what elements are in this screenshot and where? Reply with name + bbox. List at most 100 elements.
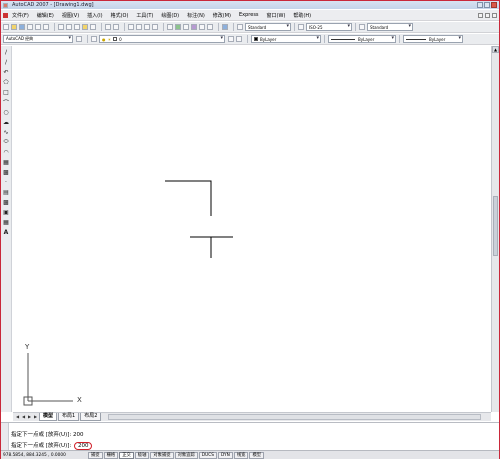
scroll-up-arrow-icon[interactable]: ▲ (492, 46, 499, 53)
ortho-toggle[interactable]: 正交 (119, 451, 134, 459)
doc-close-button[interactable] (492, 12, 497, 18)
menu-file[interactable]: 文件(F) (12, 12, 29, 19)
command-window[interactable]: 指定下一点或 [放弃(U)]: 200 指定下一点或 [放弃(U)]: 200 (1, 422, 499, 450)
make-block-icon[interactable]: ▩ (3, 168, 10, 176)
arc-icon[interactable]: ⌒ (3, 98, 10, 107)
document-icon[interactable] (3, 12, 8, 18)
zoom-realtime-icon[interactable] (136, 24, 142, 30)
markup-icon[interactable] (199, 24, 205, 30)
tab-layout2[interactable]: 布局2 (80, 413, 102, 421)
grid-toggle[interactable]: 栅格 (103, 451, 119, 459)
multiline-text-icon[interactable]: A (3, 228, 10, 236)
circle-icon[interactable]: ○ (3, 108, 10, 116)
prev-tab-icon[interactable]: ◀ (21, 414, 26, 420)
workspace-select[interactable]: AutoCAD 经典 (3, 35, 73, 43)
rectangle-icon[interactable]: □ (3, 88, 10, 96)
dyn-toggle[interactable]: DYN (217, 451, 233, 459)
otrack-toggle[interactable]: 对象追踪 (174, 451, 198, 459)
snap-toggle[interactable]: 捕捉 (88, 451, 103, 459)
block-editor-icon[interactable] (90, 24, 96, 30)
quickcalc-icon[interactable] (207, 24, 213, 30)
layer-select[interactable]: ● ☀ 0 (99, 35, 225, 43)
new-icon[interactable] (3, 24, 9, 30)
last-tab-icon[interactable]: ▶ (33, 414, 38, 420)
polyline-icon[interactable]: ↶ (3, 68, 10, 76)
menu-window[interactable]: 窗口(W) (267, 12, 286, 19)
cut-icon[interactable] (58, 24, 64, 30)
table-icon[interactable]: ▦ (3, 218, 10, 226)
tab-model[interactable]: 模型 (39, 413, 58, 421)
line-icon[interactable]: ∕ (3, 48, 10, 56)
linetype-select[interactable]: ByLayer (328, 35, 396, 43)
region-icon[interactable]: ▣ (3, 208, 10, 216)
ducs-toggle[interactable]: DUCS (198, 451, 217, 459)
coordinate-readout[interactable]: 978.5854, 884.3245 , 0.0000 (3, 453, 88, 458)
dim-style-select[interactable]: ISO-25 (306, 23, 352, 31)
osnap-toggle[interactable]: 对象捕捉 (150, 451, 174, 459)
menu-dimension[interactable]: 标注(N) (187, 12, 205, 19)
color-select[interactable]: ByLayer (251, 35, 321, 43)
print-icon[interactable] (27, 24, 33, 30)
tab-layout1[interactable]: 布局1 (58, 413, 80, 421)
command-window-grip[interactable] (1, 423, 9, 450)
layer-previous-icon[interactable] (236, 36, 242, 42)
menu-insert[interactable]: 插入(I) (87, 12, 102, 19)
layer-manager-icon[interactable] (91, 36, 97, 42)
table-style-select[interactable]: Standard (367, 23, 413, 31)
minimize-button[interactable] (477, 2, 483, 8)
open-icon[interactable] (11, 24, 17, 30)
doc-restore-button[interactable] (485, 12, 490, 18)
paste-icon[interactable] (74, 24, 80, 30)
menu-tools[interactable]: 工具(T) (136, 12, 153, 19)
redo-icon[interactable] (113, 24, 119, 30)
model-toggle[interactable]: 模型 (249, 451, 265, 459)
zoom-window-icon[interactable] (144, 24, 150, 30)
next-tab-icon[interactable]: ▶ (27, 414, 32, 420)
menu-express[interactable]: Express (239, 12, 259, 18)
help-icon[interactable] (222, 24, 228, 30)
maximize-button[interactable] (484, 2, 490, 8)
construction-line-icon[interactable]: ∕ (3, 58, 10, 66)
vertical-scrollbar[interactable]: ▲ (491, 46, 499, 412)
sheet-set-icon[interactable] (191, 24, 197, 30)
workspace-settings-icon[interactable] (76, 36, 82, 42)
revision-cloud-icon[interactable]: ☁ (3, 118, 10, 126)
menu-edit[interactable]: 编辑(E) (37, 12, 54, 19)
undo-icon[interactable] (105, 24, 111, 30)
text-style-select[interactable]: Standard (245, 23, 291, 31)
spline-icon[interactable]: ∿ (3, 128, 10, 136)
make-current-layer-icon[interactable] (228, 36, 234, 42)
copy-icon[interactable] (66, 24, 72, 30)
plot-preview-icon[interactable] (35, 24, 41, 30)
gradient-icon[interactable]: ▩ (3, 198, 10, 206)
polar-toggle[interactable]: 极轴 (134, 451, 150, 459)
scroll-thumb[interactable] (493, 196, 498, 256)
point-icon[interactable]: · (3, 178, 10, 186)
tool-palettes-icon[interactable] (183, 24, 189, 30)
menu-view[interactable]: 视图(V) (62, 12, 79, 19)
horizontal-scrollbar[interactable] (108, 414, 481, 420)
design-center-icon[interactable] (175, 24, 181, 30)
match-properties-icon[interactable] (82, 24, 88, 30)
properties-icon[interactable] (167, 24, 173, 30)
first-tab-icon[interactable]: ◀ (15, 414, 20, 420)
command-input-line[interactable]: 指定下一点或 [放弃(U)]: 200 (11, 441, 93, 450)
close-button[interactable] (491, 2, 497, 8)
lineweight-toggle[interactable]: 线宽 (233, 451, 249, 459)
hatch-icon[interactable]: ▤ (3, 188, 10, 196)
doc-minimize-button[interactable] (478, 12, 483, 18)
lineweight-select[interactable]: ByLayer (403, 35, 463, 43)
pan-icon[interactable] (128, 24, 134, 30)
menu-modify[interactable]: 修改(M) (213, 12, 231, 19)
publish-icon[interactable] (43, 24, 49, 30)
ellipse-icon[interactable]: ⬭ (3, 138, 10, 146)
drawing-canvas[interactable]: Y X (13, 46, 491, 412)
menu-format[interactable]: 格式(O) (111, 12, 129, 19)
save-icon[interactable] (19, 24, 25, 30)
menu-help[interactable]: 帮助(H) (293, 12, 311, 19)
zoom-previous-icon[interactable] (152, 24, 158, 30)
polygon-icon[interactable]: ⬠ (3, 78, 10, 86)
ellipse-arc-icon[interactable]: ◠ (3, 148, 10, 156)
drawn-polyline[interactable] (165, 180, 212, 216)
menu-draw[interactable]: 绘图(D) (161, 12, 179, 19)
